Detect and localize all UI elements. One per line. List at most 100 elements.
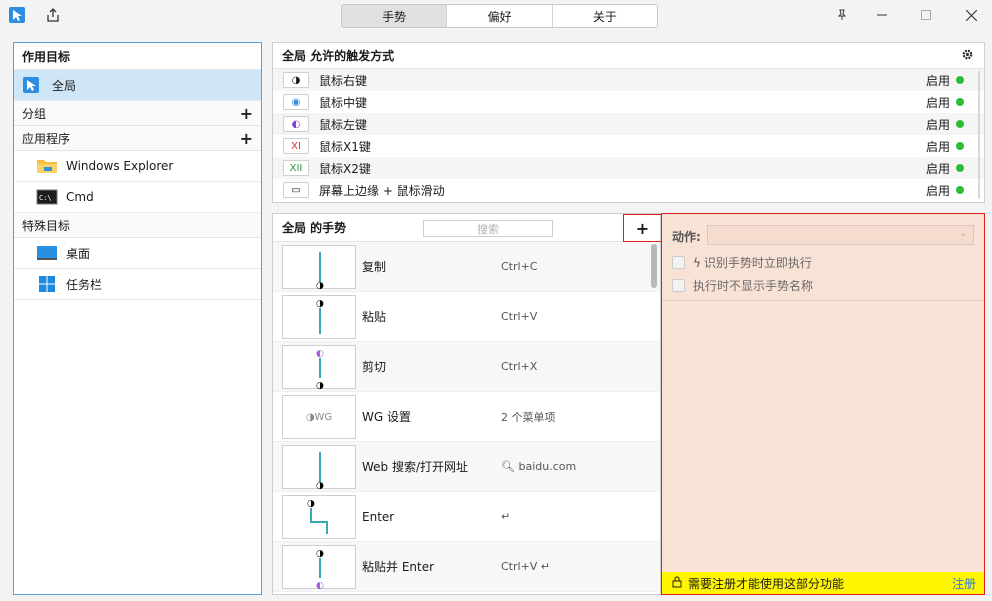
tab-preferences[interactable]: 偏好 — [447, 5, 553, 27]
gesture-name: 粘贴并 Enter — [362, 560, 435, 574]
gesture-shortcut: Ctrl+V — [501, 310, 538, 323]
svg-text:◑: ◑ — [316, 281, 324, 290]
trigger-scrollbar[interactable] — [976, 71, 982, 199]
target-app-label: Windows Explorer — [66, 159, 174, 173]
register-message: 需要注册才能使用这部分功能 — [688, 576, 845, 591]
cursor-icon — [22, 77, 44, 93]
chevron-down-icon: ⌄ — [959, 229, 967, 239]
enabled-dot-icon — [956, 98, 964, 106]
target-special-label: 桌面 — [66, 246, 91, 261]
gesture-thumbnail: ◑ — [282, 295, 356, 339]
trigger-name: 鼠标X1键 — [319, 139, 371, 154]
trigger-status: 启用 — [926, 138, 964, 155]
maximize-button[interactable] — [913, 4, 939, 26]
tab-about[interactable]: 关于 — [553, 5, 657, 27]
target-taskbar[interactable]: 任务栏 — [14, 269, 261, 300]
target-desktop[interactable]: 桌面 — [14, 238, 261, 269]
trigger-name: 鼠标中键 — [319, 95, 368, 110]
register-link[interactable]: 注册 — [952, 575, 976, 592]
trigger-panel-header: 全局 允许的触发方式 — [273, 43, 984, 69]
svg-text:◑: ◑ — [316, 481, 324, 490]
add-app-button[interactable]: + — [240, 129, 253, 148]
terminal-icon: C:\ — [36, 189, 58, 205]
action-select[interactable]: ⌄ — [707, 225, 974, 245]
gesture-panel-title: 全局 的手势 — [282, 221, 347, 235]
target-global[interactable]: 全局 — [14, 70, 261, 101]
option-label: 识别手势时立即执行 — [703, 256, 812, 270]
svg-text:◐: ◐ — [316, 349, 324, 359]
gesture-name: 粘贴 — [362, 310, 387, 324]
gesture-thumbnail: ◑ — [282, 245, 356, 291]
screen-edge-icon: ▭ — [283, 182, 309, 198]
trigger-row[interactable]: ◉ 鼠标中键 启用 — [273, 91, 984, 113]
gesture-shortcut: Ctrl+X — [501, 360, 538, 373]
gesture-search-input[interactable]: 搜索 — [423, 220, 553, 237]
gesture-panel-header: 全局 的手势 搜索 + — [273, 214, 662, 242]
group-section-label: 分组 — [22, 106, 47, 121]
target-app-explorer[interactable]: Windows Explorer — [14, 151, 261, 182]
lock-icon — [672, 576, 682, 591]
gesture-url: 🔍︎ baidu.com — [501, 460, 576, 473]
close-button[interactable] — [958, 4, 984, 26]
mouse-right-icon: ◑ — [283, 72, 309, 88]
gesture-shortcut: 2 个菜单项 — [501, 410, 556, 424]
trigger-row[interactable]: ◐ 鼠标左键 启用 — [273, 113, 984, 135]
gesture-row[interactable]: ◑ ◐ 粘贴并 Enter Ctrl+V ↵ — [273, 542, 660, 592]
trigger-row[interactable]: ▭ 屏幕上边缘 + 鼠标滑动 启用 — [273, 179, 984, 201]
gesture-thumbnail: ◑ ◐ — [282, 545, 356, 591]
gesture-row[interactable]: ◑ Web 搜索/打开网址 🔍︎ baidu.com — [273, 442, 660, 492]
trigger-status-label: 启用 — [925, 117, 950, 132]
gesture-row[interactable]: ◐ ◑ 剪切 Ctrl+X — [273, 342, 660, 392]
action-label: 动作: — [672, 230, 701, 244]
trigger-name: 鼠标右键 — [319, 73, 368, 88]
svg-text:◐: ◐ — [316, 581, 324, 590]
mouse-middle-icon: ◉ — [283, 94, 309, 110]
enabled-dot-icon — [956, 186, 964, 194]
mouse-x2-icon: XII — [283, 160, 309, 176]
target-special-label: 任务栏 — [66, 277, 103, 292]
gesture-panel: 全局 的手势 搜索 + ◑ 复制 Ctrl+C ◑ 粘贴 Ctrl+V ◐ ◑ 剪… — [272, 213, 662, 595]
gear-icon[interactable] — [961, 48, 974, 64]
gesture-row[interactable]: ◑ Enter ↵ — [273, 492, 660, 542]
gesture-row[interactable]: ◑WG WG 设置 2 个菜单项 — [273, 392, 660, 442]
add-gesture-button[interactable]: + — [623, 214, 662, 242]
target-global-label: 全局 — [52, 78, 77, 93]
svg-text:◑: ◑ — [307, 499, 315, 509]
gesture-shortcut: ↵ — [501, 510, 511, 523]
option-instant-execute[interactable]: ϟ 识别手势时立即执行 — [672, 254, 812, 271]
trigger-list: ◑ 鼠标右键 启用 ◉ 鼠标中键 启用 ◐ 鼠标左键 启用 XI 鼠标X1键 启… — [273, 69, 984, 201]
trigger-status: 启用 — [926, 72, 964, 89]
gesture-name: 复制 — [362, 260, 387, 274]
share-icon[interactable] — [44, 6, 62, 24]
gesture-shortcut: Ctrl+V ↵ — [501, 560, 551, 573]
trigger-row[interactable]: ◑ 鼠标右键 启用 — [273, 69, 984, 91]
trigger-name: 鼠标X2键 — [319, 161, 371, 176]
gesture-row[interactable]: ◑ 粘贴 Ctrl+V — [273, 292, 660, 342]
pin-icon[interactable] — [829, 4, 855, 26]
tab-gestures[interactable]: 手势 — [342, 5, 448, 27]
add-group-button[interactable]: + — [240, 104, 253, 123]
trigger-status-label: 启用 — [925, 95, 950, 110]
gesture-shortcut: Ctrl+C — [501, 260, 538, 273]
scroll-track — [978, 71, 980, 199]
enabled-dot-icon — [956, 142, 964, 150]
trigger-status-label: 启用 — [925, 73, 950, 88]
special-section-label: 特殊目标 — [22, 218, 71, 233]
mouse-x1-icon: XI — [283, 138, 309, 154]
hide-name-checkbox[interactable] — [672, 279, 685, 292]
gesture-name: 剪切 — [362, 360, 387, 374]
gesture-scrollbar-thumb[interactable] — [651, 244, 657, 288]
gesture-row[interactable]: ◑ 复制 Ctrl+C — [273, 242, 660, 292]
trigger-name: 鼠标左键 — [319, 117, 368, 132]
trigger-row[interactable]: XII 鼠标X2键 启用 — [273, 157, 984, 179]
minimize-button[interactable] — [869, 4, 895, 26]
enabled-dot-icon — [956, 120, 964, 128]
trigger-row[interactable]: XI 鼠标X1键 启用 — [273, 135, 984, 157]
trigger-status: 启用 — [926, 160, 964, 177]
target-panel: 作用目标 全局 分组 + 应用程序 + Windows Explorer C:\… — [13, 42, 262, 595]
trigger-panel: 全局 允许的触发方式 ◑ 鼠标右键 启用 ◉ 鼠标中键 启用 ◐ 鼠标左键 启用 — [272, 42, 985, 203]
target-app-cmd[interactable]: C:\ Cmd — [14, 182, 261, 213]
app-logo-icon — [8, 6, 26, 24]
instant-execute-checkbox[interactable] — [672, 256, 685, 269]
option-hide-name[interactable]: 执行时不显示手势名称 — [672, 277, 813, 294]
